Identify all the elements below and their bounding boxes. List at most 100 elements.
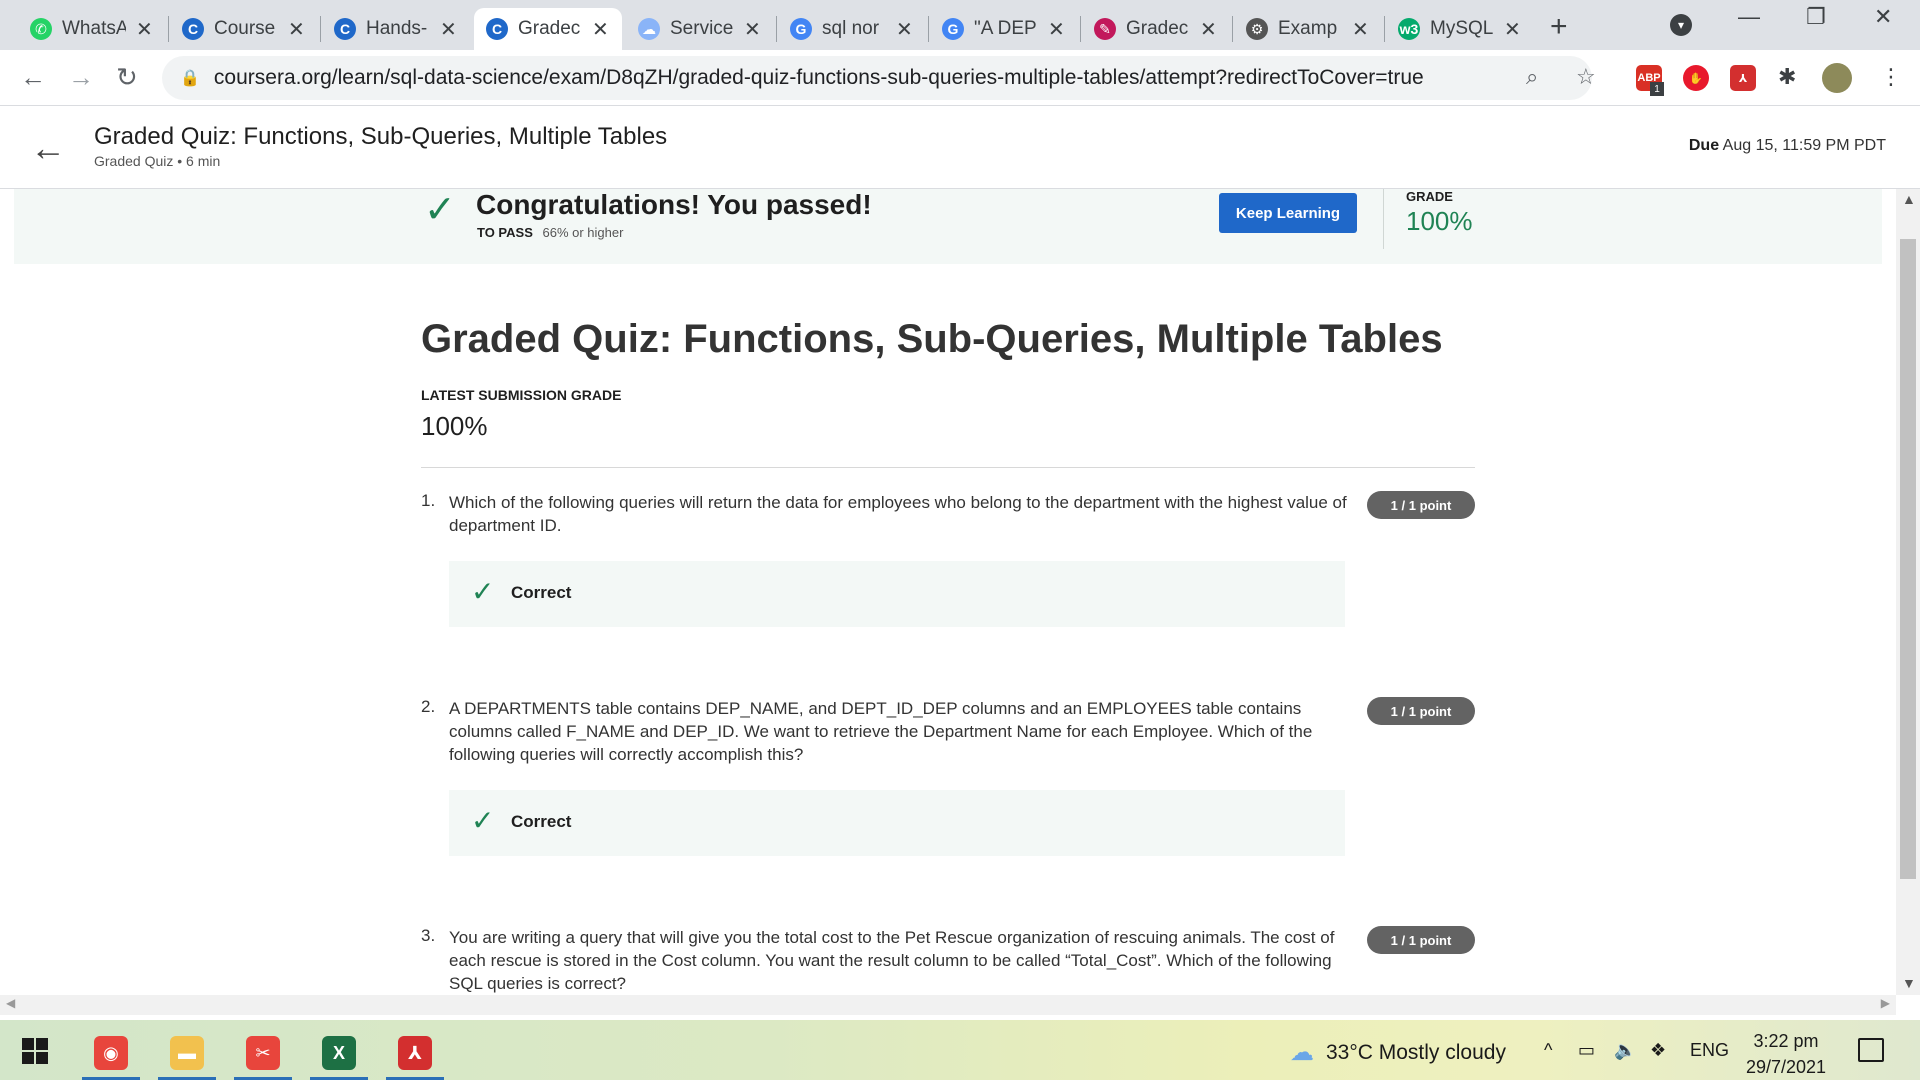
close-tab-icon[interactable]: ✕	[1352, 17, 1369, 42]
google-icon: G	[942, 18, 964, 40]
feedback-label: Correct	[511, 583, 572, 602]
clock-time: 3:22 pm	[1753, 1031, 1819, 1051]
restore-icon[interactable]: ❐	[1806, 4, 1826, 30]
tab-10[interactable]: w3 MySQL ✕	[1386, 8, 1534, 50]
horizontal-scrollbar[interactable]: ◀ ▶	[0, 995, 1896, 1015]
scroll-right-icon[interactable]: ▶	[1881, 996, 1890, 1010]
quiz-title: Graded Quiz: Functions, Sub-Queries, Mul…	[421, 317, 1443, 361]
file-explorer-app[interactable]: ▬	[154, 1026, 220, 1080]
to-pass-label: TO PASS	[477, 225, 533, 240]
tab-separator	[320, 16, 321, 42]
acrobat-app[interactable]: ⅄	[382, 1026, 448, 1080]
whatsapp-icon: ✆	[30, 18, 52, 40]
cloud-icon: ☁	[1290, 1039, 1314, 1066]
tab-label: "A DEP	[974, 18, 1037, 39]
tab-2[interactable]: C Course ✕	[170, 8, 318, 50]
close-tab-icon[interactable]: ✕	[1048, 17, 1065, 42]
close-window-icon[interactable]: ✕	[1874, 4, 1892, 30]
cloud-icon: ☁	[638, 18, 660, 40]
tab-5[interactable]: ☁ Service ✕	[626, 8, 774, 50]
dropbox-icon[interactable]: ❖	[1650, 1040, 1666, 1061]
volume-icon[interactable]: 🔈	[1614, 1040, 1636, 1061]
tab-8[interactable]: ✎ Gradec ✕	[1082, 8, 1230, 50]
latest-grade-value: 100%	[421, 411, 488, 441]
profile-avatar[interactable]	[1822, 63, 1852, 93]
checkmark-icon: ✓	[471, 576, 495, 607]
clock[interactable]: 3:22 pm 29/7/2021	[1740, 1028, 1832, 1080]
tab-9[interactable]: ⚙ Examp ✕	[1234, 8, 1382, 50]
coursera-icon: C	[486, 18, 508, 40]
due-date: Due Aug 15, 11:59 PM PDT	[1689, 137, 1886, 155]
tab-label: sql nor	[822, 18, 880, 39]
browser-toolbar: ← → ↻ 🔒 coursera.org/learn/sql-data-scie…	[0, 50, 1920, 106]
tab-label: MySQL	[1430, 18, 1494, 39]
tab-label: Gradec	[1126, 18, 1189, 39]
pdf-extension-icon[interactable]: ⅄	[1730, 65, 1756, 91]
chevron-up-icon[interactable]: ^	[1544, 1040, 1552, 1061]
tab-separator	[928, 16, 929, 42]
close-tab-icon[interactable]: ✕	[136, 17, 153, 42]
checkmark-icon: ✓	[424, 189, 456, 231]
snip-app[interactable]: ✂	[230, 1026, 296, 1080]
tab-label: Hands-	[366, 18, 428, 39]
tab-label: Examp	[1278, 18, 1338, 39]
windows-start-icon[interactable]	[22, 1038, 48, 1064]
coursera-icon: C	[182, 18, 204, 40]
battery-icon[interactable]: ▭	[1578, 1040, 1595, 1061]
score-badge: 1 / 1 point	[1367, 697, 1475, 725]
minimize-icon[interactable]: —	[1738, 4, 1760, 30]
back-icon[interactable]: ←	[20, 62, 46, 93]
tab-3[interactable]: C Hands- ✕	[322, 8, 470, 50]
file-explorer-app-icon: ▬	[170, 1036, 204, 1070]
tab-6[interactable]: Gsql nor ✕	[778, 8, 926, 50]
language-indicator[interactable]: ENG	[1690, 1040, 1729, 1061]
menu-kebab-icon[interactable]: ⋮	[1880, 64, 1902, 90]
zoom-icon[interactable]: ⌕	[1526, 64, 1538, 90]
scrollbar-thumb[interactable]	[1900, 239, 1916, 879]
tab-search-icon[interactable]: ▾	[1670, 14, 1692, 36]
scroll-left-icon[interactable]: ◀	[6, 996, 15, 1010]
due-label: Due	[1688, 137, 1720, 154]
windows-taskbar: ◉ ▬ ✂ X ⅄ ☁ 33°C Mostly cloudy ^ ▭ 🔈 ❖ ENG 3…	[0, 1020, 1920, 1080]
question-number: 3.	[421, 926, 436, 945]
close-tab-icon[interactable]: ✕	[744, 17, 761, 42]
excel-app[interactable]: X	[306, 1026, 372, 1080]
feedback-label: Correct	[511, 812, 572, 831]
coursera-icon: C	[334, 18, 356, 40]
address-bar[interactable]: 🔒 coursera.org/learn/sql-data-science/ex…	[162, 56, 1592, 100]
chrome-app-icon: ◉	[94, 1036, 128, 1070]
tab-strip: ✆ WhatsA ✕ C Course ✕ C Hands- ✕ C Gradec ✕ ☁ Service…	[0, 0, 1920, 50]
close-tab-icon[interactable]: ✕	[440, 17, 457, 42]
forward-icon[interactable]: →	[68, 62, 94, 93]
close-tab-icon[interactable]: ✕	[896, 17, 913, 42]
reload-icon[interactable]: ↻	[116, 62, 138, 93]
stop-extension-icon[interactable]: ✋	[1683, 65, 1709, 91]
grade-label: GRADE	[1406, 189, 1453, 204]
extensions-puzzle-icon[interactable]: ✱	[1778, 64, 1796, 90]
tab-7[interactable]: G "A DEP ✕	[930, 8, 1078, 50]
tab-4[interactable]: C Gradec ✕	[474, 8, 622, 50]
chrome-app[interactable]: ◉	[78, 1026, 144, 1080]
close-tab-icon[interactable]: ✕	[288, 17, 305, 42]
bookmark-star-icon[interactable]: ☆	[1576, 64, 1596, 90]
latest-grade-label: LATEST SUBMISSION GRADE	[421, 387, 622, 403]
scroll-down-icon[interactable]: ▼	[1902, 975, 1916, 991]
divider	[1383, 189, 1384, 249]
tab-1[interactable]: ✆ WhatsA ✕	[18, 8, 166, 50]
close-tab-icon[interactable]: ✕	[1504, 17, 1521, 42]
back-arrow-icon[interactable]: ←	[30, 127, 66, 169]
vertical-scrollbar[interactable]: ▲ ▼	[1896, 189, 1920, 995]
checkmark-icon: ✓	[471, 805, 495, 836]
keep-learning-button[interactable]: Keep Learning	[1219, 193, 1357, 233]
lock-icon: 🔒	[180, 70, 200, 87]
excel-app-icon: X	[322, 1036, 356, 1070]
score-badge: 1 / 1 point	[1367, 491, 1475, 519]
divider	[421, 467, 1475, 468]
close-tab-icon[interactable]: ✕	[1200, 17, 1217, 42]
new-tab-button[interactable]: +	[1550, 10, 1568, 44]
scroll-up-icon[interactable]: ▲	[1902, 191, 1916, 207]
close-tab-icon[interactable]: ✕	[592, 17, 609, 42]
weather-widget[interactable]: ☁ 33°C Mostly cloudy	[1290, 1038, 1506, 1067]
notification-icon[interactable]	[1858, 1038, 1884, 1062]
tab-label: Gradec	[518, 18, 581, 39]
